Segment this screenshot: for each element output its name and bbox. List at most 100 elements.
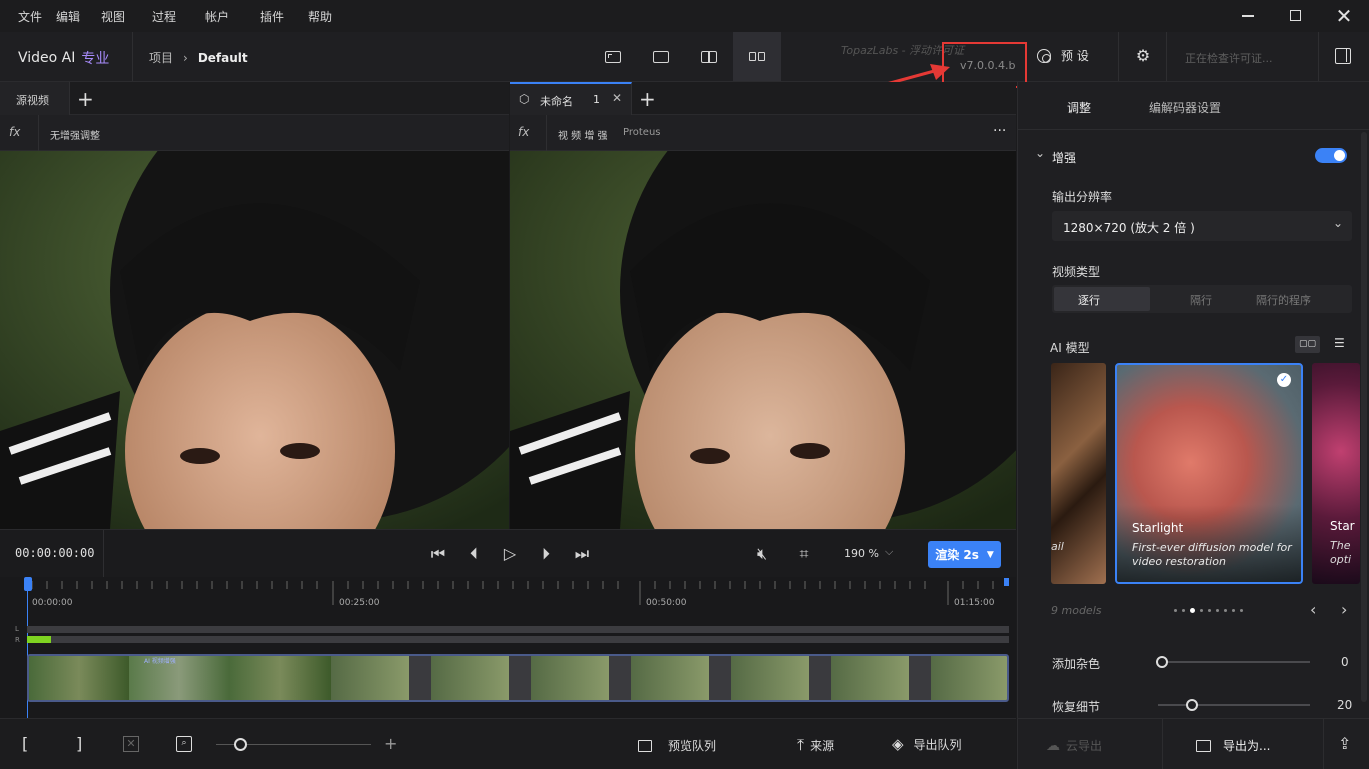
more-options-icon[interactable]: ··· [993, 123, 1006, 139]
models-count: 9 models [1051, 604, 1102, 617]
preview-video-image [510, 151, 1016, 529]
zoom-dropdown-chevron-icon[interactable]: ⌵ [885, 545, 893, 559]
crop-icon[interactable]: ⌗ [794, 544, 814, 564]
recover-detail-slider[interactable] [1158, 704, 1310, 706]
preset-button[interactable]: 预 设 [1037, 47, 1089, 64]
app-tier: 专业 [81, 51, 110, 67]
output-resolution-value: 1280×720 (放大 2 倍 ) [1063, 221, 1195, 235]
enhance-toggle[interactable] [1315, 148, 1347, 163]
carousel-next-icon[interactable]: › [1341, 600, 1347, 619]
menu-edit[interactable]: 编辑 [56, 8, 80, 25]
video-type-interlaced-progressive[interactable]: 隔行的程序 [1256, 292, 1311, 308]
tab-untitled-label: 未命名 [540, 95, 573, 108]
model-card-next[interactable]: Star The opti [1312, 363, 1360, 584]
menu-process[interactable]: 过程 [152, 8, 176, 25]
cube-icon: ⬡ [519, 92, 530, 106]
split-view-icon [701, 50, 717, 63]
list-view-icon[interactable]: ☰ [1334, 336, 1345, 350]
settings-gear-icon[interactable]: ⚙ [1134, 47, 1152, 65]
video-type-label-progressive: 逐行 [1078, 294, 1100, 307]
timeline-zoom-knob[interactable] [234, 738, 247, 751]
export-as-button[interactable]: 导出为... [1196, 737, 1270, 754]
step-back-icon[interactable]: ⏴ [464, 544, 484, 564]
playhead-handle[interactable] [24, 577, 32, 591]
menu-help[interactable]: 帮助 [308, 8, 332, 25]
clapper-icon [638, 739, 652, 752]
tab-codec-settings[interactable]: 编解码器设置 [1149, 99, 1221, 116]
zoom-fit-icon[interactable]: ⌕ [176, 736, 192, 752]
tab-adjust[interactable]: 调整 [1067, 99, 1091, 116]
source-video-image [0, 151, 509, 529]
grid-view-icon[interactable]: ▢▢ [1295, 336, 1320, 353]
video-clip-strip[interactable]: AI 视频增强 [27, 654, 1009, 702]
menu-plugins[interactable]: 插件 [260, 8, 284, 25]
scrollbar[interactable] [1361, 132, 1367, 702]
skip-to-start-icon[interactable]: ⏮ [428, 544, 448, 564]
clip-overlay-label: AI 视频增强 [144, 658, 176, 665]
audio-channel-r: R [15, 636, 20, 644]
timeline[interactable]: 00:00:00 00:25:00 00:50:00 01:15:00 L R [0, 577, 1016, 718]
video-type-label: 视频类型 [1052, 265, 1101, 279]
recover-detail-knob[interactable] [1186, 699, 1199, 711]
export-queue-button[interactable]: ◈ 导出队列 [892, 735, 962, 753]
tab-source[interactable]: 源视频 [0, 82, 70, 115]
menu-account[interactable]: 帐户 [205, 8, 229, 25]
carousel-prev-icon[interactable]: ‹ [1310, 600, 1316, 619]
preview-queue-button[interactable]: 预览队列 [638, 737, 716, 754]
model-card-next-desc: The opti [1330, 539, 1352, 566]
tick-label: 01:15:00 [954, 598, 995, 608]
add-noise-knob[interactable] [1156, 656, 1168, 668]
source-video-frame [0, 151, 509, 529]
view-split-button[interactable] [685, 32, 733, 81]
close-window-button[interactable]: ✕ [1334, 6, 1354, 26]
step-forward-icon[interactable]: ⏵ [536, 544, 556, 564]
side-by-side-icon [749, 52, 765, 61]
model-card-previous[interactable]: ail [1051, 363, 1106, 584]
source-button[interactable]: ⤒ 来源 [797, 735, 834, 755]
cloud-export-button[interactable]: ☁ 云导出 [1046, 737, 1102, 754]
divider [1166, 32, 1167, 81]
add-tab-icon[interactable]: + [639, 87, 656, 111]
view-side-by-side-button[interactable] [733, 32, 781, 81]
model-card-starlight[interactable]: ✓ Starlight First-ever diffusion model f… [1115, 363, 1303, 584]
divider [1118, 32, 1119, 81]
zoom-in-icon[interactable]: + [384, 734, 397, 753]
menu-bar: 文件 编辑 视图 过程 帐户 插件 帮助 ✕ [0, 0, 1369, 32]
zoom-level[interactable]: 190 % [844, 547, 879, 560]
video-type-progressive[interactable]: 逐行 [1054, 287, 1150, 311]
layers-icon: ◈ [892, 735, 904, 753]
render-button[interactable]: 渲染 2s ▼ [928, 541, 1001, 568]
mark-out-icon[interactable]: ] [76, 734, 82, 753]
fx-icon: fx [518, 125, 530, 139]
tab-untitled[interactable]: ⬡ 未命名 1 ✕ [510, 82, 632, 115]
clear-marks-icon[interactable]: ✕ [123, 736, 139, 752]
share-icon[interactable]: ⇪ [1338, 734, 1351, 753]
toggle-panel-icon[interactable] [1335, 48, 1351, 64]
settings-tabs: 调整 编解码器设置 [1018, 82, 1369, 130]
view-full-button[interactable] [637, 32, 685, 81]
video-type-interlaced[interactable]: 隔行 [1190, 292, 1212, 308]
mark-in-icon[interactable]: [ [22, 734, 28, 753]
breadcrumb-project[interactable]: 项目 [149, 49, 173, 66]
collapse-chevron-icon[interactable]: ⌄ [1035, 146, 1045, 160]
mute-icon[interactable]: 🔇︎ [752, 544, 772, 564]
maximize-button[interactable] [1285, 6, 1305, 26]
add-tab-icon[interactable]: + [77, 87, 94, 111]
menu-file[interactable]: 文件 [18, 8, 42, 25]
close-tab-icon[interactable]: ✕ [612, 91, 622, 105]
model-card-desc: First-ever diffusion model for video res… [1132, 541, 1292, 568]
view-single-button[interactable] [589, 32, 637, 81]
timeline-ruler [31, 578, 1009, 605]
tab-count: 1 [593, 93, 600, 106]
play-icon[interactable]: ▷ [500, 544, 520, 564]
recover-detail-value: 20 [1337, 698, 1353, 712]
minimize-button[interactable] [1238, 6, 1258, 26]
single-view-icon [605, 50, 621, 63]
preview-queue-label: 预览队列 [668, 739, 717, 753]
divider [103, 530, 104, 578]
breadcrumb-current[interactable]: Default [198, 51, 248, 65]
output-resolution-select[interactable]: 1280×720 (放大 2 倍 ) ⌄ [1052, 211, 1352, 241]
add-noise-slider[interactable] [1158, 661, 1310, 663]
skip-to-end-icon[interactable]: ⏭ [572, 544, 592, 564]
menu-view[interactable]: 视图 [101, 8, 125, 25]
